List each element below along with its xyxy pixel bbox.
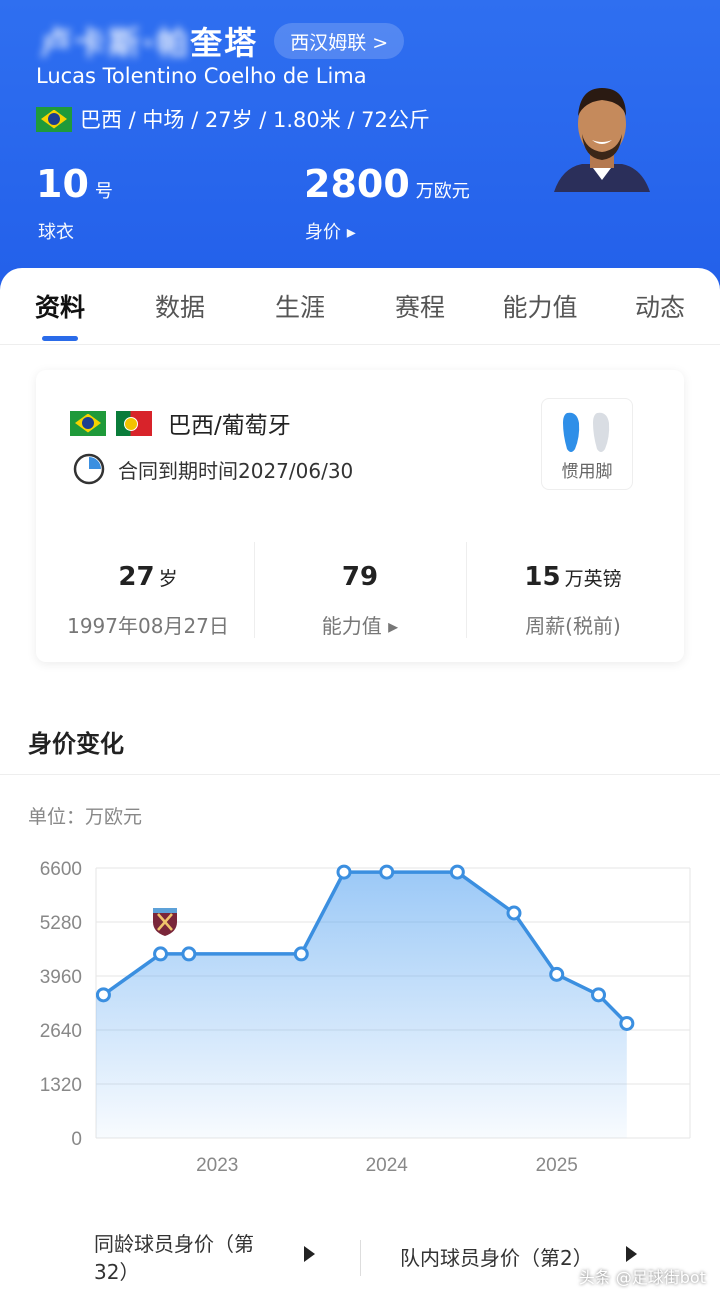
- value-data-point[interactable]: [379, 864, 395, 880]
- market-value: 2800 万欧元: [304, 162, 470, 206]
- shirt-number-label: 球衣: [38, 222, 74, 243]
- player-name: 卢卡斯·帕奎塔: [40, 24, 259, 62]
- y-tick-label: 1320: [40, 1075, 82, 1096]
- value-data-point[interactable]: [293, 946, 309, 962]
- x-tick-label: 2023: [196, 1155, 238, 1176]
- value-data-point[interactable]: [153, 946, 169, 962]
- value-data-point[interactable]: [591, 987, 607, 1003]
- club-badge-icon: [153, 908, 177, 936]
- value-data-point[interactable]: [549, 966, 565, 982]
- player-name-hidden: 卢卡斯·帕: [40, 24, 191, 62]
- tab-bar: 资料 数据 生涯 赛程 能力值 动态: [0, 268, 720, 345]
- team-arrow-icon: [626, 1246, 637, 1262]
- birth-date: 1997年08月27日: [67, 614, 229, 638]
- brazil-flag-icon: [36, 106, 72, 132]
- value-data-point[interactable]: [336, 864, 352, 880]
- y-tick-label: 6600: [40, 859, 82, 880]
- player-meta-text: 巴西 / 中场 / 27岁 / 1.80米 / 72公斤: [80, 108, 430, 132]
- foot-icon: [563, 412, 610, 452]
- y-tick-label: 0: [71, 1129, 82, 1150]
- player-fullname: Lucas Tolentino Coelho de Lima: [36, 64, 367, 88]
- shirt-number: 10 号: [36, 162, 113, 206]
- tab-profile[interactable]: 资料: [10, 288, 110, 324]
- team-value-rank-link[interactable]: 队内球员身价（第2）: [400, 1242, 593, 1271]
- portugal-flag-icon: [116, 410, 152, 436]
- value-data-point[interactable]: [181, 946, 197, 962]
- player-photo-avatar: [554, 88, 650, 192]
- divider: [360, 1240, 361, 1276]
- peer-arrow-icon: [304, 1246, 315, 1262]
- nationality-text: 巴西/葡萄牙: [168, 413, 291, 439]
- y-tick-label: 5280: [40, 913, 82, 934]
- club-link-button[interactable]: 西汉姆联 >: [274, 23, 405, 59]
- tab-schedule[interactable]: 赛程: [370, 288, 470, 324]
- brazil-flag-icon: [70, 410, 106, 436]
- nationality-row: 巴西/葡萄牙: [70, 406, 291, 440]
- player-meta: 巴西 / 中场 / 27岁 / 1.80米 / 72公斤: [36, 104, 430, 134]
- contract-text: 合同到期时间2027/06/30: [118, 458, 354, 483]
- age-stat: 27 岁 1997年08月27日: [41, 562, 255, 639]
- tab-stats[interactable]: 数据: [130, 288, 230, 324]
- player-header: 卢卡斯·帕奎塔 西汉姆联 > Lucas Tolentino Coelho de…: [0, 0, 720, 290]
- value-data-point[interactable]: [449, 864, 465, 880]
- market-value-chart[interactable]: 0 1320 2640 3960 5280 6600 2023 2024 2025: [0, 840, 720, 1200]
- tab-news[interactable]: 动态: [610, 288, 710, 324]
- tab-career[interactable]: 生涯: [250, 288, 350, 324]
- y-tick-label: 2640: [40, 1021, 82, 1042]
- contract-clock-icon: [73, 453, 105, 485]
- market-value-link[interactable]: 身价 ▸: [305, 218, 356, 244]
- x-tick-label: 2025: [536, 1155, 578, 1176]
- y-tick-label: 3960: [40, 967, 82, 988]
- preferred-foot-label: 惯用脚: [561, 462, 613, 482]
- value-data-point[interactable]: [619, 1015, 635, 1031]
- unit-label: 单位：万欧元: [28, 806, 143, 828]
- contract-row: 合同到期时间2027/06/30: [72, 452, 353, 486]
- value-data-point[interactable]: [95, 987, 111, 1003]
- watermark: 头条 @足球街bot: [578, 1268, 706, 1287]
- rating-stat[interactable]: 79 能力值 ▸: [253, 562, 467, 639]
- peer-value-rank-link[interactable]: 同龄球员身价（第32）: [94, 1230, 284, 1286]
- preferred-foot-box: 惯用脚: [541, 398, 633, 490]
- player-name-row: 卢卡斯·帕奎塔 西汉姆联 >: [40, 18, 405, 64]
- section-divider: [0, 774, 720, 775]
- x-tick-label: 2024: [366, 1155, 409, 1176]
- tab-ability[interactable]: 能力值: [490, 288, 590, 324]
- player-info-card: 巴西/葡萄牙 合同到期时间2027/06/30 惯用脚 27 岁 1997年08月…: [36, 370, 684, 662]
- rating-label[interactable]: 能力值 ▸: [253, 610, 467, 639]
- active-tab-indicator: [42, 336, 78, 341]
- wage-stat: 15 万英镑 周薪(税前): [466, 562, 680, 639]
- section-title: 身价变化: [28, 730, 124, 758]
- wage-label: 周薪(税前): [525, 614, 621, 638]
- value-data-point[interactable]: [506, 905, 522, 921]
